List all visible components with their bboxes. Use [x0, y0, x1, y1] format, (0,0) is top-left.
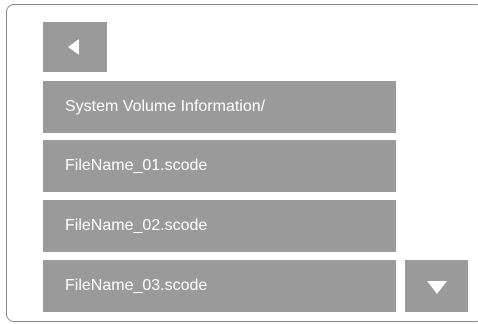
list-item-system-volume-information[interactable]: System Volume Information/ [43, 81, 396, 133]
list-item-filename-03[interactable]: FileName_03.scode [43, 260, 396, 312]
triangle-left-icon [68, 39, 79, 55]
list-item-filename-01[interactable]: FileName_01.scode [43, 140, 396, 192]
scroll-down-button[interactable] [405, 260, 468, 312]
back-button[interactable] [43, 22, 107, 72]
list-item-filename-02[interactable]: FileName_02.scode [43, 200, 396, 252]
triangle-down-icon [427, 281, 447, 294]
